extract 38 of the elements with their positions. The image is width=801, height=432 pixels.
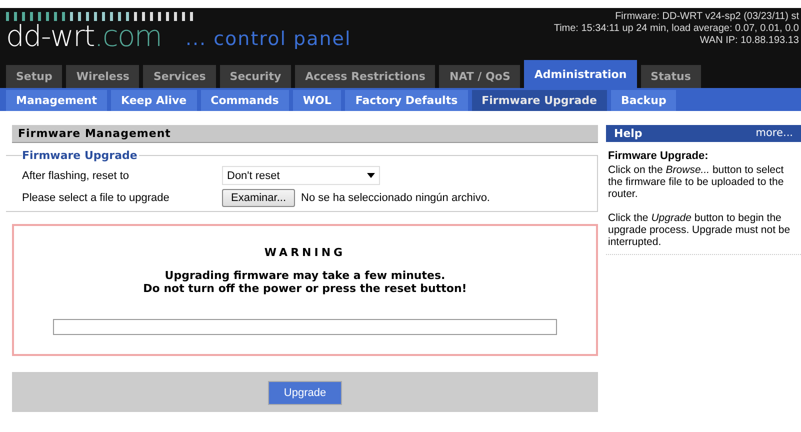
reset-select[interactable]: Don't reset [222, 166, 380, 185]
submenu-tab[interactable]: WOL [292, 90, 342, 111]
logo: dd-wrt.com [6, 21, 162, 51]
warning-title: WARNING [264, 246, 346, 259]
help-text: Click the Upgrade button to begin the upgrade process. Upgrade must not be interrupted. [608, 212, 792, 248]
submenu-tab[interactable]: Commands [200, 90, 289, 111]
menu-tab[interactable]: NAT / QoS [439, 65, 520, 88]
warning-text: Do not turn off the power or press the reset button! [143, 282, 467, 295]
menu-tab[interactable]: Wireless [66, 65, 140, 88]
field-label: After flashing, reset to [22, 170, 130, 182]
more-link[interactable]: more... [756, 127, 793, 140]
router-info-text: WAN IP: 10.88.193.13 [700, 35, 799, 47]
upgrade-button[interactable]: Upgrade [268, 381, 342, 405]
section-title: Firmware Management [12, 125, 598, 143]
help-title: Help [614, 127, 642, 140]
logo-dash-bar-icon [6, 12, 196, 21]
fieldset-legend: Firmware Upgrade [22, 149, 140, 162]
menu-tab[interactable]: Administration [524, 60, 637, 88]
logo-tagline: ... control panel [185, 27, 352, 51]
field-label: Please select a file to upgrade [22, 192, 170, 204]
file-status-text: No se ha seleccionado ningún archivo. [301, 192, 490, 204]
menu-tab[interactable]: Status [640, 65, 701, 88]
submenu-tab[interactable]: Keep Alive [110, 90, 197, 111]
menu-tab[interactable]: Security [220, 65, 292, 88]
menu-tab[interactable]: Access Restrictions [295, 65, 436, 88]
help-heading: Firmware Upgrade: [608, 150, 710, 162]
submenu-tab[interactable]: Management [6, 90, 107, 111]
submenu-tab[interactable]: Firmware Upgrade [472, 90, 607, 111]
warning-text: Upgrading firmware may take a few minutes. [164, 269, 446, 282]
dropdown-arrow-icon [367, 173, 375, 178]
router-info-text: Time: 15:34:11 up 24 min, load average: 0.07, 0.01, 0.0 [554, 23, 799, 35]
help-text: Click on the Browse... button to select the firmware file to be uploaded to the router. [608, 164, 785, 200]
browse-button[interactable]: Examinar... [222, 189, 296, 207]
menu-tab[interactable]: Setup [6, 65, 62, 88]
router-info-text: Firmware: DD-WRT v24-sp2 (03/23/11) st [615, 11, 799, 23]
menu-tab[interactable]: Services [143, 65, 216, 88]
submenu-tab[interactable]: Backup [610, 90, 676, 111]
submenu-tab[interactable]: Factory Defaults [345, 90, 468, 111]
